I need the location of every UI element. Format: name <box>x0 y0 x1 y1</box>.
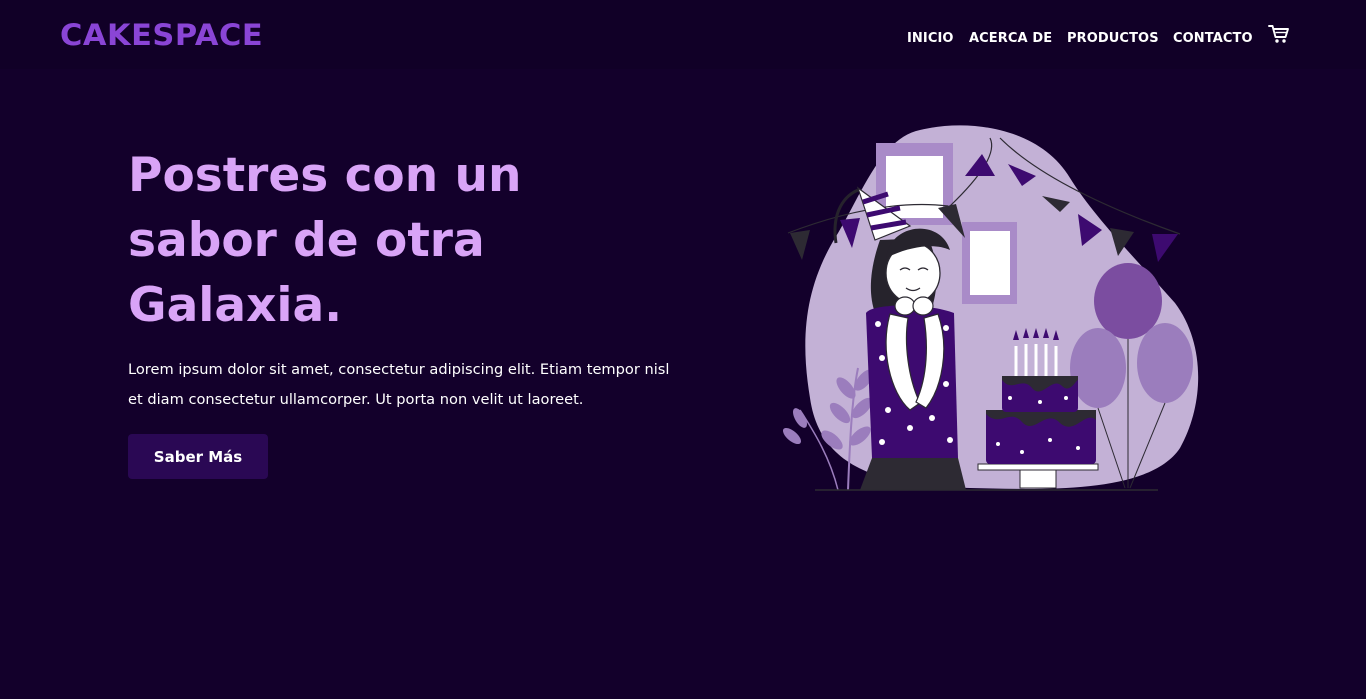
brand-logo[interactable]: CAKESPACE <box>60 16 263 54</box>
nav-link-acerca-de[interactable]: ACERCA DE <box>969 30 1052 48</box>
saber-mas-button[interactable]: Saber Más <box>128 434 268 479</box>
nav-link-contacto[interactable]: CONTACTO <box>1173 30 1253 48</box>
birthday-girl-illustration <box>782 125 1199 491</box>
top-navbar: CAKESPACE INICIO ACERCA DE PRODUCTOS CON… <box>0 0 1366 69</box>
hero-description: Lorem ipsum dolor sit amet, consectetur … <box>128 361 670 408</box>
shopping-cart-icon[interactable] <box>1268 23 1290 45</box>
nav-link-productos[interactable]: PRODUCTOS <box>1067 30 1159 48</box>
nav-link-inicio[interactable]: INICIO <box>907 30 954 48</box>
hero-title: Postres con un sabor de otra Galaxia. <box>128 148 522 333</box>
